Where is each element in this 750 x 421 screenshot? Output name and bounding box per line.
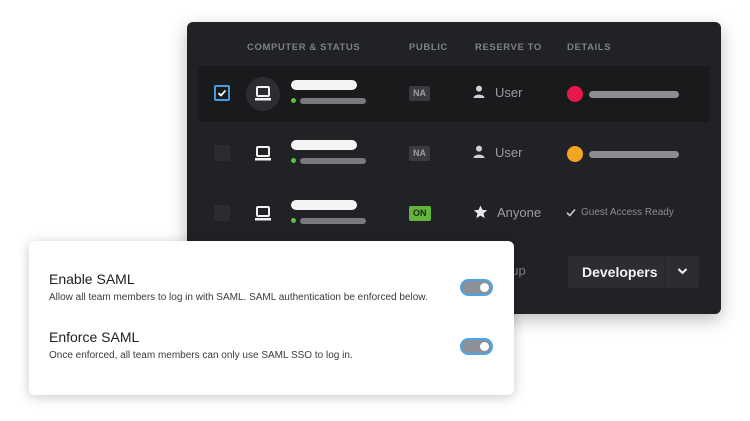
guest-access-label: Guest Access Ready [581,207,674,218]
reserve-to-value[interactable]: User [495,85,522,100]
computer-status-placeholder [300,158,366,164]
computer-status-placeholder [300,218,366,224]
column-header-public: PUBLIC [409,42,448,53]
public-badge: NA [409,86,430,101]
enforce-saml-title: Enforce SAML [49,329,140,345]
detail-status-dot [567,86,583,102]
computer-status-placeholder [300,98,366,104]
user-icon [473,85,485,98]
detail-status-dot [567,146,583,162]
table-row[interactable]: NA User [198,66,710,122]
computer-icon [246,137,280,171]
computer-icon [246,77,280,111]
computer-name-placeholder [291,200,357,210]
column-header-computer-status: COMPUTER & STATUS [247,42,361,53]
check-icon [217,89,227,97]
select-divider [665,256,666,288]
online-status-dot [291,218,296,223]
row-checkbox[interactable] [214,145,230,161]
guest-access-status: Guest Access Ready [566,207,674,218]
group-select[interactable]: Developers [568,256,699,288]
computer-name-placeholder [291,80,357,90]
computer-icon [246,197,280,231]
enforce-saml-toggle[interactable] [460,338,493,355]
toggle-knob [480,283,489,292]
table-row[interactable]: ON Anyone Guest Access Ready [198,186,710,242]
group-select-value: Developers [582,264,658,280]
public-badge: ON [409,206,431,221]
saml-settings-card: Enable SAML Allow all team members to lo… [29,241,514,395]
chevron-down-icon[interactable] [677,267,688,275]
detail-placeholder [589,91,679,98]
enable-saml-toggle[interactable] [460,279,493,296]
computer-name-placeholder [291,140,357,150]
column-header-details: DETAILS [567,42,612,53]
reserve-to-value[interactable]: Anyone [497,205,541,220]
enable-saml-description: Allow all team members to log in with SA… [49,292,428,303]
star-icon [473,205,488,219]
user-icon [473,145,485,158]
online-status-dot [291,98,296,103]
enable-saml-title: Enable SAML [49,271,135,287]
column-header-reserve-to: RESERVE TO [475,42,542,53]
row-checkbox[interactable] [214,85,230,101]
online-status-dot [291,158,296,163]
table-row[interactable]: NA User [198,126,710,182]
row-checkbox[interactable] [214,205,230,221]
toggle-knob [480,342,489,351]
public-badge: NA [409,146,430,161]
detail-placeholder [589,151,679,158]
enforce-saml-description: Once enforced, all team members can only… [49,350,353,361]
check-icon [566,209,576,217]
reserve-to-value[interactable]: User [495,145,522,160]
